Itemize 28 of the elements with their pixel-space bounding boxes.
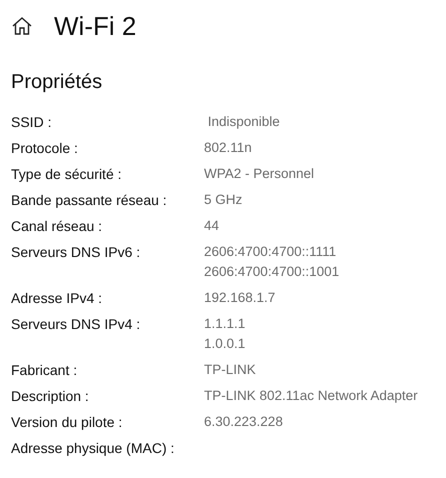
property-value: Indisponible [206,113,280,131]
property-value: 5 GHz [204,191,242,209]
property-value: 2606:4700:4700::1111 [204,243,338,261]
property-value: 802.11n [204,139,252,157]
property-value: TP-LINK 802.11ac Network Adapter [204,387,418,405]
property-label: SSID : [10,113,52,132]
property-label: Type de sécurité : [10,165,123,184]
property-label: Adresse physique (MAC) : [10,439,176,458]
property-value: 1.1.1.1 [204,315,246,333]
property-value: 44 [204,217,220,235]
property-value: TP-LINK [204,361,256,379]
home-icon[interactable] [12,16,32,34]
property-label: Fabricant : [10,361,78,380]
page-title: Wi-Fi 2 [54,10,136,42]
property-label: Protocole : [10,139,79,158]
property-value: WPA2 - Personnel [204,165,314,183]
property-value: 1.0.0.1 [204,335,246,353]
property-value: 2606:4700:4700::1001 [204,263,340,281]
property-label: Description : [10,387,90,406]
property-label: Canal réseau : [10,217,104,236]
property-value: 192.168.1.7 [204,289,276,307]
property-label: Bande passante réseau : [10,191,168,210]
property-label: Adresse IPv4 : [10,289,104,308]
property-value: 6.30.223.228 [204,413,283,431]
property-label: Serveurs DNS IPv4 : [10,315,142,334]
property-label: Serveurs DNS IPv6 : [10,243,142,262]
section-heading: Propriétés [10,70,104,95]
property-label: Version du pilote : [10,413,124,432]
